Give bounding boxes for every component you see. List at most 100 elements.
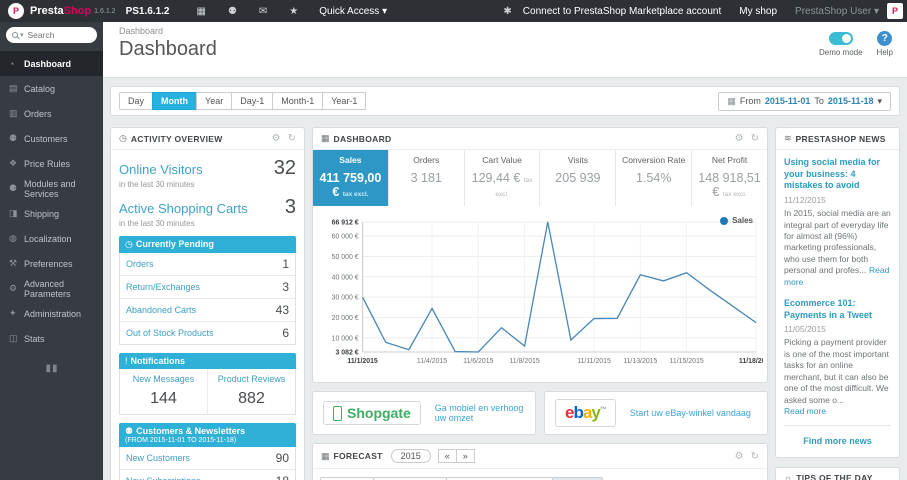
customers-newsletters-header: ⚉ Customers & Newsletters (FROM 2015-11-01… bbox=[119, 423, 296, 447]
cell-value: 144 bbox=[150, 390, 177, 407]
activity-overview-title: ACTIVITY OVERVIEW bbox=[130, 133, 223, 144]
phone-icon bbox=[333, 405, 342, 421]
new-customers-row[interactable]: New Customers 90 bbox=[120, 447, 295, 469]
refresh-icon[interactable]: ↻ bbox=[751, 451, 759, 462]
marketplace-connect-link[interactable]: Connect to PrestaShop Marketplace accoun… bbox=[523, 6, 721, 17]
ebay-tm: ™ bbox=[599, 406, 607, 414]
sidebar-item-modules[interactable]: ⚈ Modules and Services bbox=[0, 176, 103, 201]
gear-icon[interactable]: ⚙ bbox=[735, 451, 744, 462]
sidebar-item-label: Catalog bbox=[24, 83, 56, 94]
sales-legend-dot-icon bbox=[720, 216, 729, 225]
help-icon[interactable]: ? bbox=[877, 31, 893, 46]
brand: PrestaShop bbox=[30, 5, 91, 17]
forecast-prev-button[interactable]: « bbox=[437, 449, 457, 463]
cell-value: 882 bbox=[238, 390, 265, 407]
sidebar-item-stats[interactable]: ◫ Stats bbox=[0, 326, 103, 351]
version-small: 1.6.1.2 bbox=[94, 7, 116, 15]
news-item-title[interactable]: Using social media for your business: 4 … bbox=[784, 157, 891, 192]
cart-icon[interactable]: ▦ bbox=[196, 6, 205, 17]
sidebar-item-shipping[interactable]: ◨ Shipping bbox=[0, 201, 103, 226]
active-carts-link[interactable]: Active Shopping Carts bbox=[119, 201, 248, 216]
gear-icon[interactable]: ⚙ bbox=[272, 133, 281, 144]
date-range-picker[interactable]: ▦ From 2015-11-01 To 2015-11-18 ▾ bbox=[718, 91, 891, 111]
user-avatar[interactable]: P bbox=[887, 3, 903, 19]
kpi-value: 129,44 € bbox=[471, 171, 521, 185]
sidebar-item-advanced-parameters[interactable]: ⚙ Advanced Parameters bbox=[0, 276, 103, 301]
news-panel-title: PRESTASHOP NEWS bbox=[795, 133, 886, 144]
pending-returns-row[interactable]: Return/Exchanges 3 bbox=[120, 275, 295, 298]
kpi-sales[interactable]: Sales 411 759,00 € tax excl. bbox=[313, 150, 389, 206]
new-messages-cell[interactable]: New Messages 144 bbox=[120, 369, 207, 414]
forecast-next-button[interactable]: » bbox=[455, 449, 475, 463]
kpi-value: 1.54% bbox=[636, 171, 672, 185]
range-year-button[interactable]: Year bbox=[196, 92, 233, 110]
sidebar-item-price-rules[interactable]: ❖ Price Rules bbox=[0, 151, 103, 176]
news-item-title[interactable]: Ecommerce 101: Payments in a Tweet bbox=[784, 298, 891, 321]
kpi-cart-value[interactable]: Cart Value 129,44 € tax excl. bbox=[465, 150, 541, 206]
gear-icon[interactable]: ⚙ bbox=[735, 133, 744, 144]
range-day-button[interactable]: Day bbox=[119, 92, 154, 110]
sidebar-item-label: Administration bbox=[24, 308, 82, 319]
range-month-1-button[interactable]: Month-1 bbox=[272, 92, 324, 110]
sidebar-item-administration[interactable]: ✦ Administration bbox=[0, 301, 103, 326]
topbar: P PrestaShop 1.6.1.2 PS1.6.1.2 ▦ ⚉ ✉ ★ Q… bbox=[0, 0, 907, 22]
demo-mode-toggle[interactable] bbox=[828, 32, 853, 45]
ebay-link[interactable]: Start uw eBay-winkel vandaag bbox=[630, 408, 751, 418]
shopgate-logo-text: Shopgate bbox=[347, 405, 411, 421]
abandoned-carts-row[interactable]: Abandoned Carts 43 bbox=[120, 298, 295, 321]
my-shop-link[interactable]: My shop bbox=[739, 6, 777, 17]
find-more-news-link[interactable]: Find more news bbox=[784, 434, 891, 450]
sidebar-item-label: Stats bbox=[24, 333, 45, 344]
tips-of-the-day-panel: ☼ TIPS OF THE DAY Geef je Sales in het b… bbox=[775, 467, 900, 480]
kpi-value: 3 181 bbox=[410, 171, 442, 185]
svg-text:11/1/2015: 11/1/2015 bbox=[347, 358, 378, 365]
sidebar-item-catalog[interactable]: ▤ Catalog bbox=[0, 76, 103, 101]
refresh-icon[interactable]: ↻ bbox=[288, 133, 296, 144]
from-label: From bbox=[739, 96, 761, 106]
range-day-1-button[interactable]: Day-1 bbox=[231, 92, 274, 110]
sidebar-item-localization[interactable]: ◍ Localization bbox=[0, 226, 103, 251]
sidebar-search[interactable]: ▾ bbox=[6, 27, 97, 43]
row-value: 3 bbox=[282, 280, 289, 294]
kpi-orders[interactable]: Orders 3 181 bbox=[389, 150, 465, 206]
kpi-conversion-rate[interactable]: Conversion Rate 1.54% bbox=[616, 150, 693, 206]
shopgate-link[interactable]: Ga mobiel en verhoog uw omzet bbox=[435, 403, 525, 423]
refresh-icon[interactable]: ↻ bbox=[751, 133, 759, 144]
read-more-link[interactable]: Read more bbox=[784, 406, 826, 416]
mail-icon[interactable]: ✉ bbox=[259, 6, 267, 17]
sidebar-item-orders[interactable]: ▥ Orders bbox=[0, 101, 103, 126]
ebay-logo: ebay™ bbox=[555, 399, 616, 427]
breadcrumb[interactable]: Dashboard bbox=[103, 22, 907, 36]
currently-pending-header: ◷ Currently Pending bbox=[119, 236, 296, 253]
out-of-stock-row[interactable]: Out of Stock Products 6 bbox=[120, 321, 295, 344]
sidebar-item-preferences[interactable]: ⚒ Preferences bbox=[0, 251, 103, 276]
sidebar-item-dashboard[interactable]: ◔ Dashboard bbox=[0, 51, 103, 76]
collapse-menu-icon[interactable]: ▮▮ bbox=[46, 363, 58, 374]
customers-newsletters-title: Customers & Newsletters bbox=[136, 426, 246, 436]
search-caret-icon[interactable]: ▾ bbox=[20, 31, 24, 39]
trophy-icon[interactable]: ★ bbox=[289, 6, 298, 17]
range-year-1-button[interactable]: Year-1 bbox=[322, 92, 367, 110]
wrench-icon: ⚒ bbox=[9, 258, 18, 268]
kpi-net-profit[interactable]: Net Profit 148 918,51 € tax excl. bbox=[692, 150, 767, 206]
search-input[interactable] bbox=[27, 30, 91, 40]
demo-mode-control: Demo mode bbox=[819, 30, 863, 57]
row-value: 1 bbox=[282, 257, 289, 271]
online-visitors-link[interactable]: Online Visitors bbox=[119, 162, 203, 177]
customer-icon[interactable]: ⚉ bbox=[228, 6, 237, 17]
kpi-visits[interactable]: Visits 205 939 bbox=[540, 150, 617, 206]
range-month-button[interactable]: Month bbox=[152, 92, 198, 110]
new-subscriptions-row[interactable]: New Subscriptions 18 bbox=[120, 469, 295, 480]
user-menu[interactable]: PrestaShop User ▾ bbox=[795, 6, 879, 17]
active-carts-sub: in the last 30 minutes bbox=[119, 219, 195, 228]
news-item: Ecommerce 101: Payments in a Tweet 11/05… bbox=[784, 298, 891, 417]
product-reviews-cell[interactable]: Product Reviews 882 bbox=[207, 369, 295, 414]
forecast-year[interactable]: 2015 bbox=[390, 449, 431, 463]
notifications-cells: New Messages 144 Product Reviews 882 bbox=[119, 369, 296, 415]
sidebar-item-customers[interactable]: ⚉ Customers bbox=[0, 126, 103, 151]
quick-access-menu[interactable]: Quick Access ▾ bbox=[319, 6, 387, 17]
pending-orders-row[interactable]: Orders 1 bbox=[120, 253, 295, 275]
row-label: Orders bbox=[126, 259, 154, 269]
notifications-title: Notifications bbox=[130, 356, 186, 366]
kpi-value: 205 939 bbox=[555, 171, 601, 185]
